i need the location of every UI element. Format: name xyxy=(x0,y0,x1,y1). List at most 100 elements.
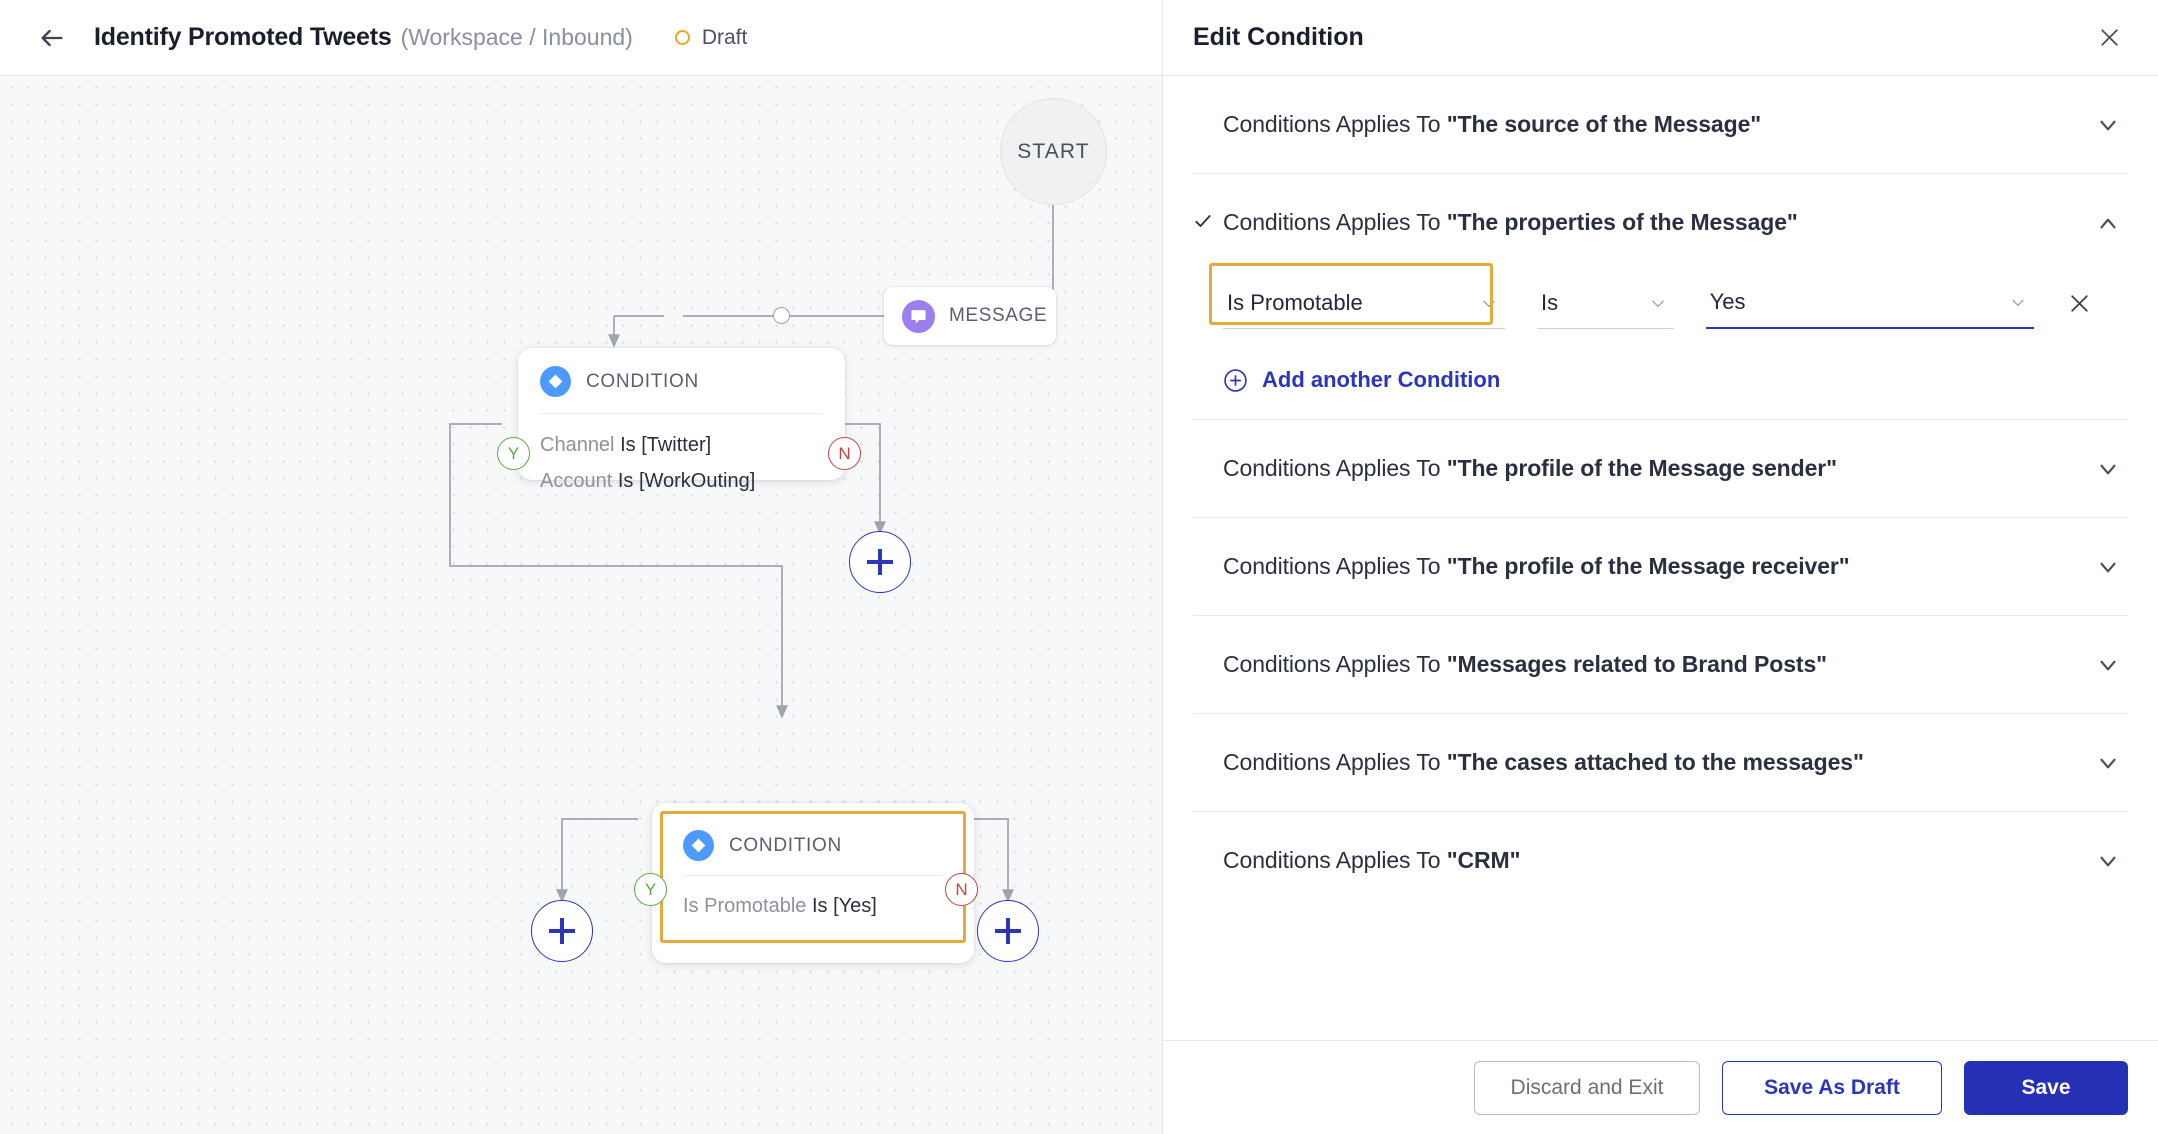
remove-condition-row-icon[interactable] xyxy=(2060,283,2098,323)
condition-row: Is Promotable Is [Yes] xyxy=(683,889,943,925)
condition-row: Channel Is [Twitter] xyxy=(540,428,823,464)
accordion-label: Conditions Applies To "Messages related … xyxy=(1223,651,2088,678)
accordion-prefix: Conditions Applies To xyxy=(1223,209,1447,235)
panel-title: Edit Condition xyxy=(1193,23,1364,51)
status-dot-icon xyxy=(674,30,690,45)
condition-row: Account Is [WorkOuting] xyxy=(540,464,823,500)
accordion-item-cases-attached[interactable]: Conditions Applies To "The cases attache… xyxy=(1163,714,2158,811)
condition-editor: Is Promotable Is Yes Add another Conditi… xyxy=(1193,263,2128,419)
start-label: START xyxy=(1017,139,1090,163)
flow-canvas[interactable]: START MESSAGE CONDITION Channel Is [Twit… xyxy=(0,76,1162,1134)
condition-field: Is Promotable xyxy=(683,895,807,917)
accordion-header[interactable]: Conditions Applies To "The properties of… xyxy=(1193,174,2128,271)
chevron-down-icon[interactable] xyxy=(2088,456,2128,482)
accordion-header[interactable]: Conditions Applies To "Messages related … xyxy=(1193,616,2128,713)
condition-operator-select[interactable]: Is xyxy=(1536,277,1674,329)
accordion-item-source-of-message[interactable]: Conditions Applies To "The source of the… xyxy=(1163,76,2158,173)
workflow-canvas-pane: Identify Promoted Tweets (Workspace / In… xyxy=(0,0,1162,1134)
condition-expression: Is [Yes] xyxy=(811,895,877,917)
yes-branch-badge-1[interactable]: Y xyxy=(497,437,530,470)
condition-node-2-title: CONDITION xyxy=(729,834,842,856)
panel-scroll-body[interactable]: Conditions Applies To "The source of the… xyxy=(1163,76,2158,1134)
chevron-down-icon[interactable] xyxy=(1479,293,1499,313)
add-node-under-no-branch[interactable] xyxy=(977,900,1039,962)
condition-field-select[interactable]: Is Promotable xyxy=(1209,263,1505,329)
condition-node-2[interactable]: CONDITION Is Promotable Is [Yes] xyxy=(652,803,974,963)
no-branch-badge-1[interactable]: N xyxy=(828,437,861,470)
accordion-item-profile-of-receiver[interactable]: Conditions Applies To "The profile of th… xyxy=(1163,518,2158,615)
flow-connectors xyxy=(449,183,1056,903)
add-another-condition-label: Add another Condition xyxy=(1262,367,1501,392)
accordion-header[interactable]: Conditions Applies To "The profile of th… xyxy=(1193,420,2128,517)
status-badge: Draft xyxy=(674,26,747,50)
no-badge-label: N xyxy=(838,444,851,463)
chevron-down-icon[interactable] xyxy=(2088,112,2128,138)
workflow-title-group: Identify Promoted Tweets (Workspace / In… xyxy=(94,23,633,52)
diamond-icon xyxy=(540,366,571,397)
accordion-item-brand-posts[interactable]: Conditions Applies To "Messages related … xyxy=(1163,616,2158,713)
accordion-label: Conditions Applies To "The properties of… xyxy=(1223,209,2088,236)
condition-node-1-rows: Channel Is [Twitter] Account Is [WorkOut… xyxy=(518,414,845,499)
condition-value-select[interactable]: Yes xyxy=(1705,277,2035,329)
condition-field-value: Is Promotable xyxy=(1227,289,1363,315)
accordion-header[interactable]: Conditions Applies To "The profile of th… xyxy=(1193,518,2128,615)
save-button[interactable]: Save xyxy=(1964,1060,2128,1115)
connector-handle[interactable] xyxy=(773,307,790,324)
accordion-target: "CRM" xyxy=(1446,847,1521,873)
accordion-label: Conditions Applies To "The profile of th… xyxy=(1223,553,2088,580)
accordion-label: Conditions Applies To "CRM" xyxy=(1223,847,2088,874)
condition-node-1-header: CONDITION xyxy=(518,348,845,397)
condition-field: Account xyxy=(540,469,613,492)
condition-expression: Is [WorkOuting] xyxy=(617,469,756,492)
discard-and-exit-button[interactable]: Discard and Exit xyxy=(1474,1060,1700,1115)
accordion-item-properties-of-message[interactable]: Conditions Applies To "The properties of… xyxy=(1163,174,2158,419)
condition-node-1-title: CONDITION xyxy=(586,370,699,392)
accordion-header[interactable]: Conditions Applies To "CRM" xyxy=(1193,812,2128,909)
accordion-target: "The properties of the Message" xyxy=(1446,209,1798,235)
add-node-right-of-condition-1[interactable] xyxy=(849,531,911,593)
accordion-item-crm[interactable]: Conditions Applies To "CRM" xyxy=(1163,812,2158,909)
condition-node-1[interactable]: CONDITION Channel Is [Twitter] Account I… xyxy=(518,348,845,492)
chevron-down-icon[interactable] xyxy=(1648,293,1668,313)
accordion-target: "The source of the Message" xyxy=(1446,111,1762,137)
accordion-item-profile-of-sender[interactable]: Conditions Applies To "The profile of th… xyxy=(1163,420,2158,517)
accordion-header[interactable]: Conditions Applies To "The source of the… xyxy=(1193,76,2128,173)
accordion-label: Conditions Applies To "The cases attache… xyxy=(1223,749,2088,776)
start-node[interactable]: START xyxy=(1000,98,1107,205)
message-node-label: MESSAGE xyxy=(949,305,1048,326)
plus-circle-icon xyxy=(1223,368,1248,393)
accordion-prefix: Conditions Applies To xyxy=(1223,847,1447,873)
condition-row-editor: Is Promotable Is Yes xyxy=(1209,263,2098,329)
condition-node-2-rows: Is Promotable Is [Yes] xyxy=(663,876,963,925)
yes-badge-label: Y xyxy=(644,880,657,899)
condition-node-2-header: CONDITION xyxy=(663,814,963,861)
panel-header: Edit Condition xyxy=(1163,0,2158,76)
condition-operator-value: Is xyxy=(1540,289,1559,315)
condition-node-2-highlight: CONDITION Is Promotable Is [Yes] xyxy=(660,811,966,943)
workflow-editor-app: Identify Promoted Tweets (Workspace / In… xyxy=(0,0,2158,1134)
chevron-down-icon[interactable] xyxy=(2008,292,2028,312)
panel-footer: Discard and Exit Save As Draft Save xyxy=(1163,1040,2158,1134)
accordion-target: "The profile of the Message receiver" xyxy=(1446,553,1850,579)
yes-branch-badge-2[interactable]: Y xyxy=(634,873,667,906)
message-node[interactable]: MESSAGE xyxy=(884,287,1056,345)
accordion-header[interactable]: Conditions Applies To "The cases attache… xyxy=(1193,714,2128,811)
diamond-icon xyxy=(683,830,714,861)
yes-badge-label: Y xyxy=(507,444,520,463)
chevron-down-icon[interactable] xyxy=(2088,652,2128,678)
accordion-target: "Messages related to Brand Posts" xyxy=(1446,651,1827,677)
page-title: Identify Promoted Tweets xyxy=(94,23,392,51)
chevron-down-icon[interactable] xyxy=(2088,750,2128,776)
chevron-up-icon[interactable] xyxy=(2088,210,2128,236)
no-branch-badge-2[interactable]: N xyxy=(945,873,978,906)
add-another-condition-button[interactable]: Add another Condition xyxy=(1223,367,1500,393)
no-badge-label: N xyxy=(955,880,968,899)
save-as-draft-button[interactable]: Save As Draft xyxy=(1722,1060,1942,1115)
condition-value-value: Yes xyxy=(1709,289,1746,314)
chevron-down-icon[interactable] xyxy=(2088,554,2128,580)
back-arrow-icon[interactable] xyxy=(32,18,72,58)
chevron-down-icon[interactable] xyxy=(2088,848,2128,874)
close-icon[interactable] xyxy=(2088,17,2130,59)
add-node-under-yes-branch[interactable] xyxy=(531,900,593,962)
edit-condition-panel: Edit Condition Conditions Applies To "Th… xyxy=(1162,0,2158,1134)
